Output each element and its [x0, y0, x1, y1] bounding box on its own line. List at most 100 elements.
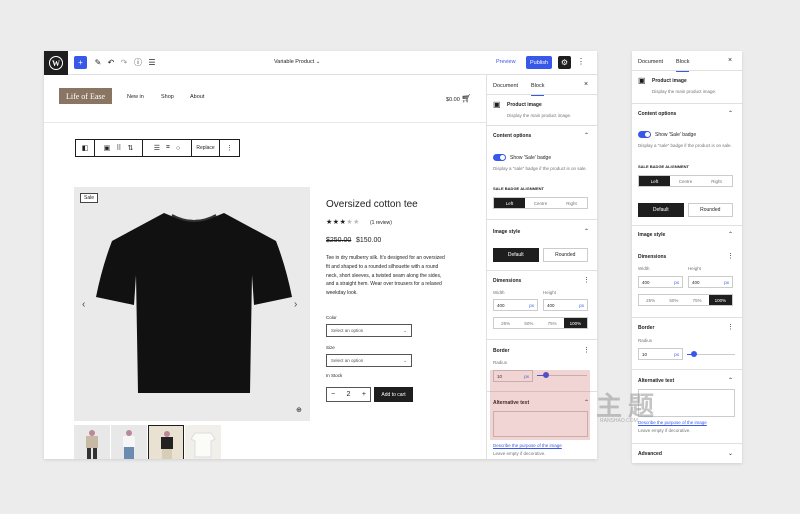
radius-input[interactable]: 10 px [638, 348, 683, 360]
quantity-stepper[interactable]: − 2 + [326, 387, 371, 402]
mini-cart[interactable]: $0.00 🛒︎ [446, 94, 471, 103]
review-count[interactable]: (1 review) [370, 220, 392, 226]
options-menu-icon[interactable]: ⋮ [577, 57, 585, 66]
sale-badge-toggle[interactable] [638, 131, 651, 138]
publish-button[interactable]: Publish [526, 56, 552, 69]
rating-stars: ★★★★★ [326, 218, 360, 226]
quantity-value[interactable]: 2 [347, 391, 351, 398]
align-right-option[interactable]: Right [701, 176, 732, 186]
close-icon[interactable]: × [584, 81, 588, 88]
chevron-up-icon[interactable]: ⌃ [728, 377, 733, 384]
width-unit[interactable]: px [674, 280, 679, 285]
image-style-heading[interactable]: Image style [638, 232, 665, 238]
style-rounded-button[interactable]: Rounded [542, 248, 588, 262]
chevron-up-icon[interactable]: ⌃ [584, 228, 589, 235]
circle-mask-icon[interactable]: ○ [176, 145, 180, 152]
divider [632, 225, 742, 226]
width-unit[interactable]: px [529, 303, 534, 308]
preview-button[interactable]: Preview [496, 59, 516, 65]
block-more-options-icon[interactable]: ⋮ [220, 140, 239, 156]
width-input[interactable]: 400 px [493, 299, 538, 311]
next-image-arrow-icon[interactable]: › [294, 299, 297, 310]
nav-item-new-in[interactable]: New in [127, 94, 144, 100]
percent-75-option[interactable]: 75% [541, 318, 564, 328]
nav-item-about[interactable]: About [190, 94, 204, 100]
plus-icon[interactable]: + [362, 391, 366, 398]
content-options-heading[interactable]: Content options [493, 133, 531, 139]
radius-unit[interactable]: px [674, 352, 679, 357]
align-centre-option[interactable]: Centre [525, 198, 556, 208]
style-rounded-button[interactable]: Rounded [687, 203, 733, 217]
chevron-up-icon[interactable]: ⌃ [728, 110, 733, 117]
height-unit[interactable]: px [579, 303, 584, 308]
content-options-heading[interactable]: Content options [638, 111, 676, 117]
chevron-up-icon[interactable]: ⌃ [584, 132, 589, 139]
percent-25-option[interactable]: 25% [494, 318, 517, 328]
radius-slider-thumb[interactable] [691, 351, 697, 357]
replace-button[interactable]: Replace [192, 140, 220, 156]
document-title[interactable]: Variable Product ⌄ [274, 59, 320, 65]
edit-pencil-icon[interactable]: ✎ [93, 57, 103, 67]
wordpress-logo-button[interactable]: W [44, 51, 68, 75]
color-select[interactable]: Select an option ⌄ [326, 324, 412, 337]
gallery-thumbnail[interactable] [185, 425, 221, 459]
image-style-heading[interactable]: Image style [493, 229, 520, 235]
show-sale-label: Show 'Sale' badge [655, 132, 697, 138]
height-unit[interactable]: px [724, 280, 729, 285]
dimensions-options-icon[interactable]: ⋮ [583, 276, 590, 284]
align-left-option[interactable]: Left [494, 198, 525, 208]
undo-icon[interactable]: ↶ [106, 57, 116, 67]
list-view-icon[interactable]: ☰ [147, 57, 157, 67]
percent-50-option[interactable]: 50% [517, 318, 540, 328]
border-options-icon[interactable]: ⋮ [583, 346, 590, 354]
settings-gear-icon[interactable]: ⚙ [558, 56, 571, 69]
minus-icon[interactable]: − [331, 391, 335, 398]
style-default-button[interactable]: Default [493, 248, 539, 262]
size-select[interactable]: Select an option ⌄ [326, 354, 412, 367]
add-block-button[interactable]: + [74, 56, 87, 69]
chevron-down-icon[interactable]: ⌄ [728, 450, 733, 457]
details-info-icon[interactable]: ⓘ [133, 57, 143, 67]
crop-icon[interactable]: ⌗ [166, 144, 170, 152]
show-sale-help: Display a "sale" badge if the product is… [493, 166, 587, 171]
tab-document[interactable]: Document [638, 59, 663, 65]
drag-handle-icon[interactable]: ⠿ [116, 144, 121, 152]
height-input[interactable]: 400 px [543, 299, 588, 311]
nav-item-shop[interactable]: Shop [161, 94, 174, 100]
border-options-icon[interactable]: ⋮ [727, 323, 734, 331]
gallery-thumbnail[interactable] [74, 425, 110, 459]
close-icon[interactable]: × [728, 57, 732, 64]
advanced-heading[interactable]: Advanced [638, 451, 662, 457]
align-icon[interactable]: ☰ [154, 144, 160, 152]
percent-100-option[interactable]: 100% [563, 318, 587, 328]
prev-image-arrow-icon[interactable]: ‹ [82, 299, 85, 310]
percent-100-option[interactable]: 100% [708, 295, 732, 305]
width-input[interactable]: 400 px [638, 276, 683, 288]
alt-text-heading[interactable]: Alternative text [638, 378, 674, 384]
site-logo[interactable]: Life of Ease [59, 88, 112, 104]
image-block-icon[interactable]: ▣ [104, 144, 111, 152]
alt-text-help: Leave empty if decorative. [638, 428, 691, 433]
tab-document[interactable]: Document [493, 83, 518, 89]
alt-text-help-link[interactable]: Describe the purpose of the image [493, 443, 562, 448]
percent-75-option[interactable]: 75% [686, 295, 709, 305]
align-left-option[interactable]: Left [639, 176, 670, 186]
gallery-thumbnail[interactable] [148, 425, 184, 459]
gallery-thumbnail[interactable] [111, 425, 147, 459]
zoom-icon[interactable]: ⊕ [296, 406, 302, 414]
align-centre-option[interactable]: Centre [670, 176, 701, 186]
percent-25-option[interactable]: 25% [639, 295, 662, 305]
badge-alignment-label: SALE BADGE ALIGNMENT [638, 164, 689, 169]
dimensions-options-icon[interactable]: ⋮ [727, 252, 734, 260]
block-parent-button[interactable]: ◧ [76, 140, 95, 156]
align-right-option[interactable]: Right [556, 198, 587, 208]
height-value: 400 [692, 279, 700, 285]
style-default-button[interactable]: Default [638, 203, 684, 217]
redo-icon[interactable]: ↷ [119, 57, 129, 67]
height-input[interactable]: 400 px [688, 276, 733, 288]
chevron-up-icon[interactable]: ⌃ [728, 231, 733, 238]
percent-50-option[interactable]: 50% [662, 295, 685, 305]
move-up-down-icon[interactable]: ⇅ [127, 144, 133, 152]
sale-badge-toggle[interactable] [493, 154, 506, 161]
add-to-cart-button[interactable]: Add to cart [374, 387, 413, 402]
